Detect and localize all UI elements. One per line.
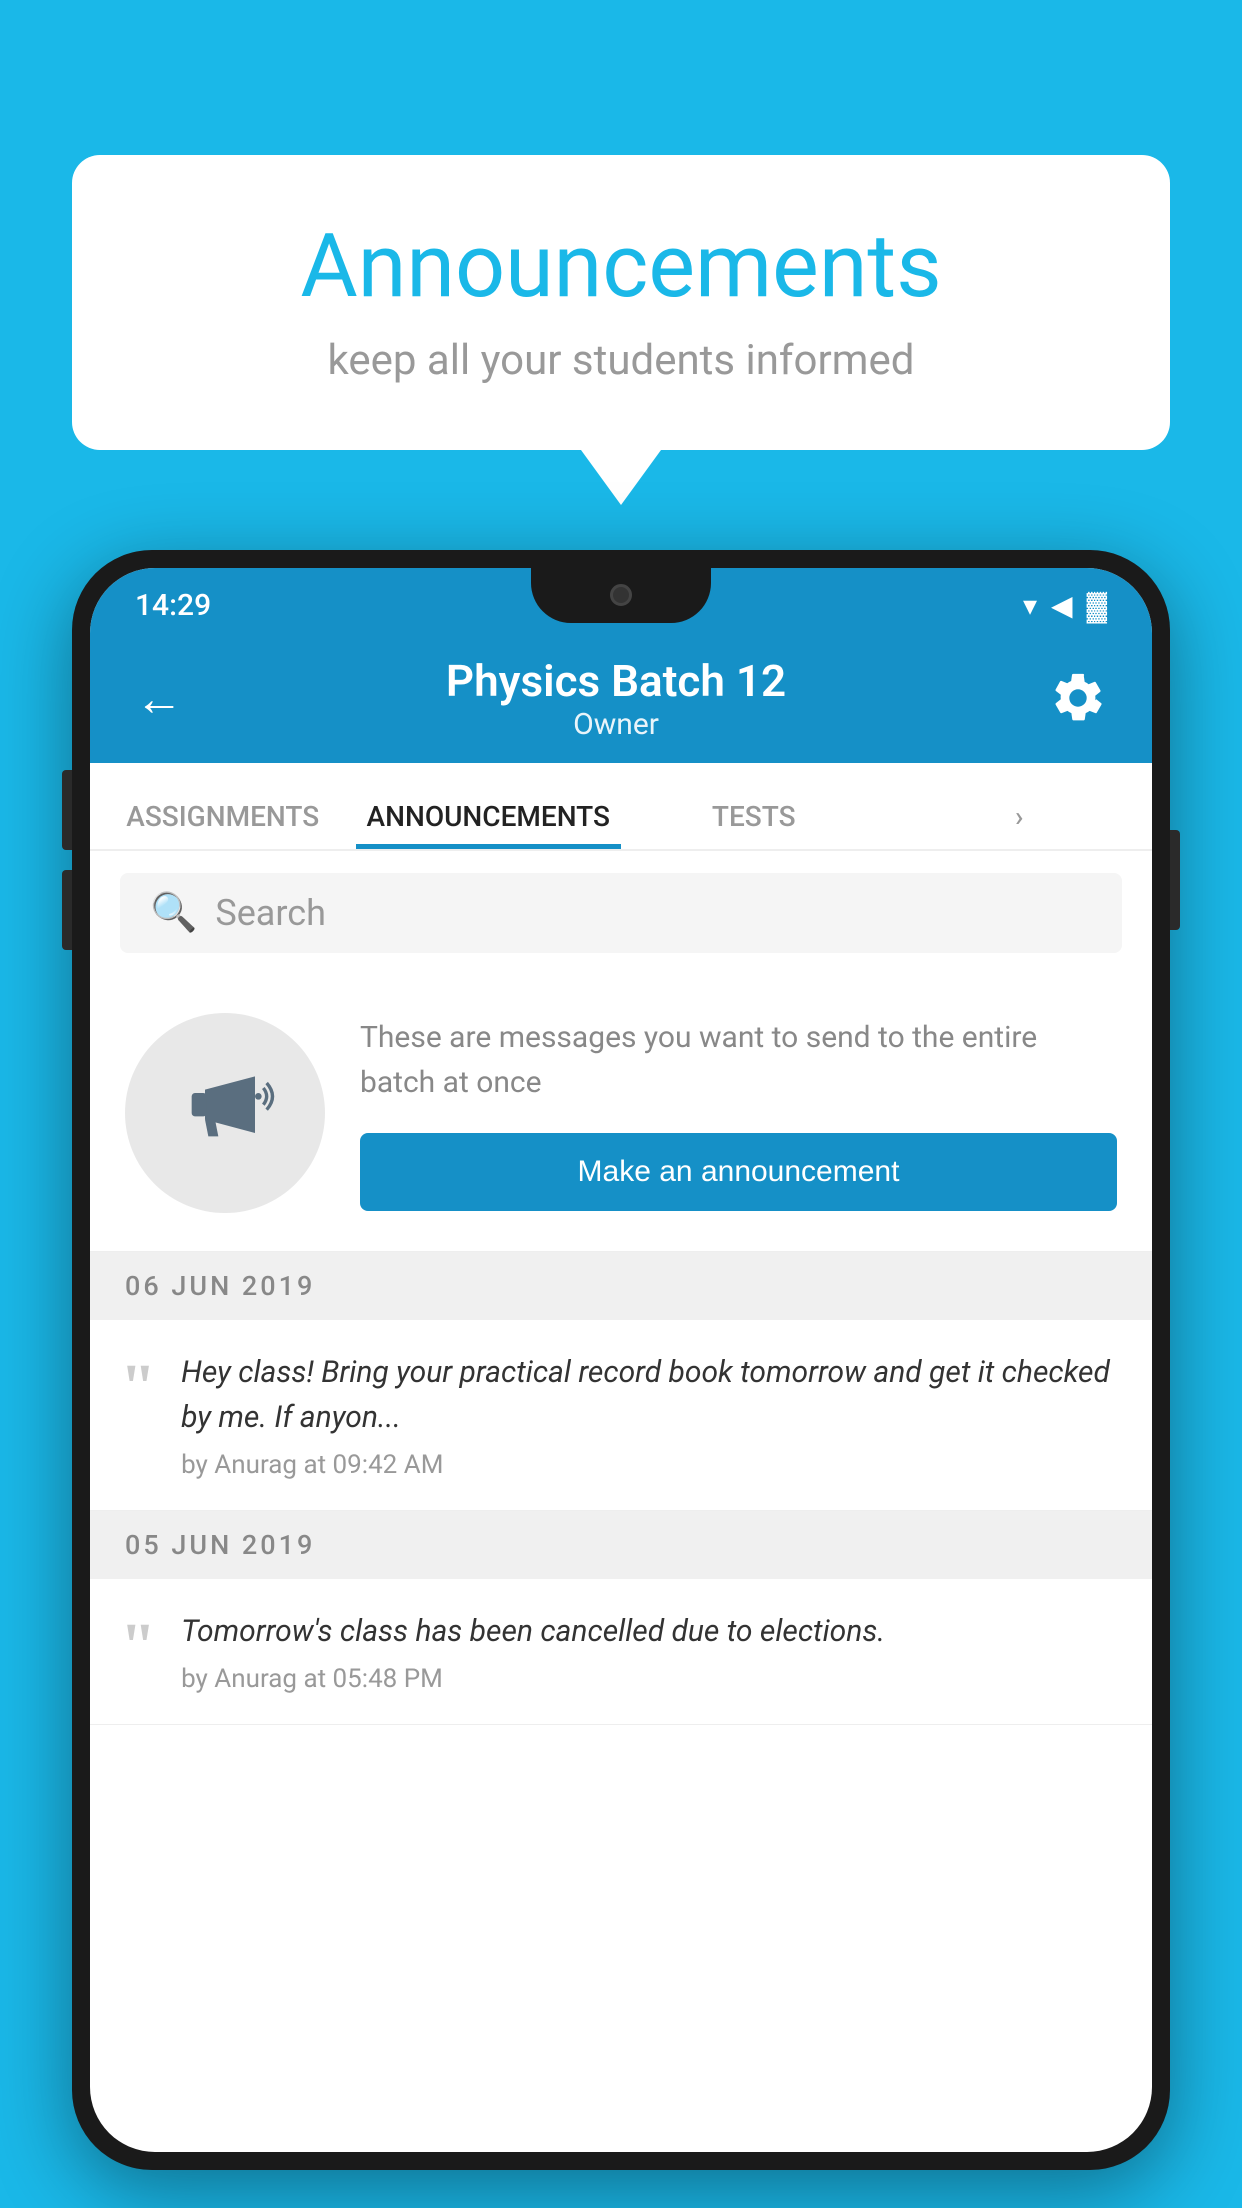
search-placeholder: Search bbox=[215, 892, 326, 934]
tab-tests[interactable]: TESTS bbox=[621, 800, 887, 849]
message-text-2: Tomorrow's class has been cancelled due … bbox=[181, 1609, 1117, 1654]
message-author-1: by Anurag at 09:42 AM bbox=[181, 1450, 1117, 1480]
header-title: Physics Batch 12 bbox=[446, 655, 786, 707]
search-bar[interactable]: 🔍 Search bbox=[120, 873, 1122, 953]
tab-announcements[interactable]: ANNOUNCEMENTS bbox=[356, 800, 622, 849]
tab-more[interactable]: › bbox=[887, 800, 1153, 849]
message-author-2: by Anurag at 05:48 PM bbox=[181, 1664, 1117, 1694]
quote-icon-1: " bbox=[120, 1355, 156, 1420]
status-time: 14:29 bbox=[135, 588, 211, 623]
speech-bubble: Announcements keep all your students inf… bbox=[72, 155, 1170, 450]
make-announcement-button[interactable]: Make an announcement bbox=[360, 1133, 1117, 1211]
tabs-bar: ASSIGNMENTS ANNOUNCEMENTS TESTS › bbox=[90, 763, 1152, 851]
quote-icon-2: " bbox=[120, 1614, 156, 1679]
speech-bubble-arrow bbox=[581, 450, 661, 505]
battery-icon: ▓ bbox=[1087, 589, 1107, 622]
phone-screen: 14:29 ▾ ◀ ▓ ← Physics Batch 12 Owner bbox=[90, 568, 1152, 2152]
phone-notch bbox=[531, 568, 711, 623]
header-subtitle: Owner bbox=[446, 707, 786, 742]
app-header: ← Physics Batch 12 Owner bbox=[90, 633, 1152, 763]
wifi-icon: ▾ bbox=[1023, 589, 1037, 622]
tab-assignments[interactable]: ASSIGNMENTS bbox=[90, 800, 356, 849]
phone-container: 14:29 ▾ ◀ ▓ ← Physics Batch 12 Owner bbox=[72, 550, 1170, 2208]
camera-lens bbox=[610, 584, 632, 606]
volume-down-button bbox=[62, 870, 72, 950]
message-item-1[interactable]: " Hey class! Bring your practical record… bbox=[90, 1320, 1152, 1511]
prompt-description: These are messages you want to send to t… bbox=[360, 1015, 1117, 1105]
speech-bubble-subtitle: keep all your students informed bbox=[152, 336, 1090, 385]
signal-icon: ◀ bbox=[1051, 589, 1073, 622]
message-text-1: Hey class! Bring your practical record b… bbox=[181, 1350, 1117, 1440]
announcement-prompt: These are messages you want to send to t… bbox=[90, 975, 1152, 1252]
message-content-2: Tomorrow's class has been cancelled due … bbox=[181, 1609, 1117, 1694]
volume-up-button bbox=[62, 770, 72, 850]
back-button[interactable]: ← bbox=[135, 670, 183, 727]
phone-outer: 14:29 ▾ ◀ ▓ ← Physics Batch 12 Owner bbox=[72, 550, 1170, 2170]
message-content-1: Hey class! Bring your practical record b… bbox=[181, 1350, 1117, 1480]
settings-button[interactable] bbox=[1049, 669, 1107, 727]
speech-bubble-title: Announcements bbox=[152, 215, 1090, 318]
date-separator-2: 05 JUN 2019 bbox=[90, 1511, 1152, 1579]
speech-bubble-container: Announcements keep all your students inf… bbox=[72, 155, 1170, 505]
search-container: 🔍 Search bbox=[90, 851, 1152, 975]
power-button bbox=[1170, 830, 1180, 930]
message-item-2[interactable]: " Tomorrow's class has been cancelled du… bbox=[90, 1579, 1152, 1725]
prompt-right: These are messages you want to send to t… bbox=[360, 1015, 1117, 1211]
header-center: Physics Batch 12 Owner bbox=[446, 655, 786, 742]
megaphone-circle bbox=[125, 1013, 325, 1213]
megaphone-icon bbox=[175, 1063, 275, 1163]
search-icon: 🔍 bbox=[150, 891, 197, 935]
status-icons: ▾ ◀ ▓ bbox=[1023, 589, 1107, 622]
date-separator-1: 06 JUN 2019 bbox=[90, 1252, 1152, 1320]
